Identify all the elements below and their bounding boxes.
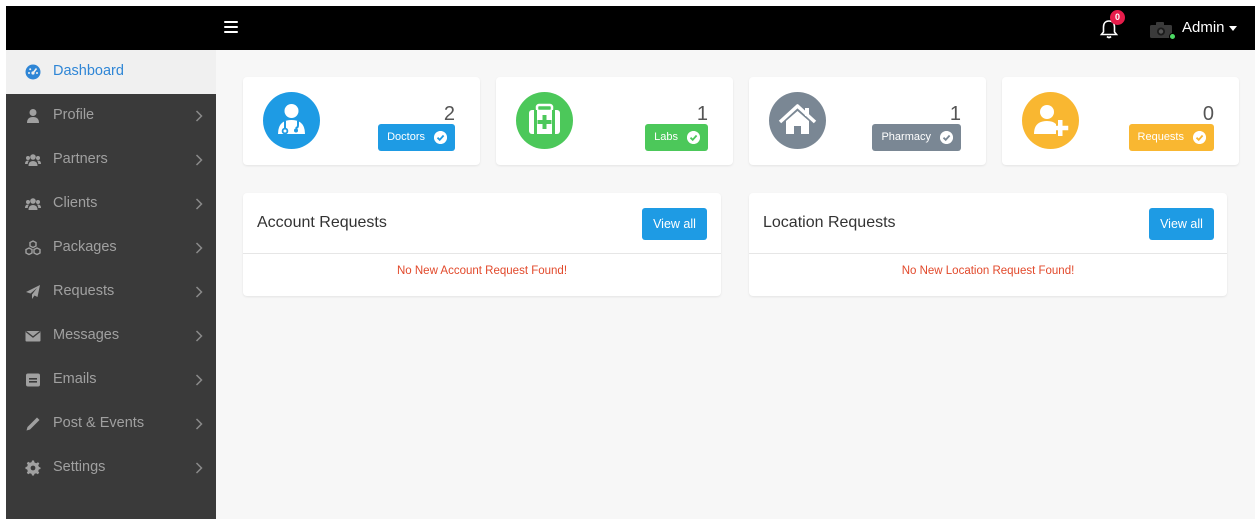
sidebar-item-dashboard[interactable]: Dashboard xyxy=(6,50,216,94)
sidebar-item-label: Clients xyxy=(53,195,98,211)
user-menu[interactable]: Admin xyxy=(1182,19,1237,36)
sidebar-item-post-events[interactable]: Post & Events xyxy=(6,402,216,446)
cubes-icon xyxy=(25,240,41,256)
add-user-icon xyxy=(1022,92,1079,149)
sidebar-item-settings[interactable]: Settings xyxy=(6,446,216,490)
stat-count: 0 xyxy=(1202,103,1214,125)
view-all-account-requests-button[interactable]: View all xyxy=(642,208,707,240)
app-frame: 0 Admin Dashboard Profile Partners Clien… xyxy=(6,6,1255,519)
chevron-right-icon xyxy=(195,418,203,430)
sidebar-item-profile[interactable]: Profile xyxy=(6,94,216,138)
sidebar-item-label: Partners xyxy=(53,151,108,167)
stat-card-labs[interactable]: 1 Labs xyxy=(496,77,733,165)
chevron-right-icon xyxy=(195,110,203,122)
sidebar-item-label: Messages xyxy=(53,327,120,343)
sidebar-item-label: Dashboard xyxy=(53,63,124,79)
stat-count: 2 xyxy=(443,103,455,125)
envelope-icon xyxy=(25,330,41,342)
gear-icon xyxy=(25,460,41,476)
sidebar-item-label: Emails xyxy=(53,371,97,387)
sidebar-item-label: Settings xyxy=(53,459,106,475)
users-icon xyxy=(25,198,41,210)
home-icon xyxy=(769,92,826,149)
dashboard-icon xyxy=(25,64,41,80)
users-icon xyxy=(25,154,41,166)
stat-card-doctors[interactable]: 2 Doctors xyxy=(243,77,480,165)
account-requests-panel: Account Requests View all No New Account… xyxy=(243,193,721,296)
requests-badge[interactable]: Requests xyxy=(1128,124,1214,151)
sidebar-item-emails[interactable]: Emails xyxy=(6,358,216,402)
stat-count: 1 xyxy=(949,103,961,125)
empty-state-message: No New Location Request Found! xyxy=(901,265,1075,277)
chevron-right-icon xyxy=(195,330,203,342)
stat-label: Pharmacy xyxy=(881,131,931,143)
panel-title: Location Requests xyxy=(763,214,896,231)
top-navbar: 0 Admin xyxy=(6,6,1255,50)
doctor-icon xyxy=(263,92,320,149)
sidebar: Dashboard Profile Partners Clients Packa… xyxy=(6,50,216,519)
view-all-location-requests-button[interactable]: View all xyxy=(1149,208,1214,240)
location-requests-panel: Location Requests View all No New Locati… xyxy=(749,193,1227,296)
pencil-icon xyxy=(26,417,40,431)
stat-label: Doctors xyxy=(387,131,425,143)
menu-toggle-icon[interactable] xyxy=(224,21,238,35)
sidebar-item-partners[interactable]: Partners xyxy=(6,138,216,182)
divider xyxy=(243,253,721,254)
user-name: Admin xyxy=(1182,19,1225,36)
caret-down-icon xyxy=(1228,25,1237,31)
doctors-badge[interactable]: Doctors xyxy=(378,124,455,151)
stat-label: Labs xyxy=(654,131,678,143)
chevron-right-icon xyxy=(195,286,203,298)
stat-card-requests[interactable]: 0 Requests xyxy=(1002,77,1239,165)
check-circle-icon xyxy=(1193,131,1206,144)
sidebar-item-packages[interactable]: Packages xyxy=(6,226,216,270)
panel-title: Account Requests xyxy=(257,214,387,231)
online-status-dot xyxy=(1169,33,1176,40)
chevron-right-icon xyxy=(195,242,203,254)
email-box-icon xyxy=(26,373,40,387)
sidebar-item-label: Post & Events xyxy=(53,415,145,431)
sidebar-item-label: Requests xyxy=(53,283,115,299)
sidebar-item-label: Packages xyxy=(53,239,117,255)
user-icon xyxy=(27,109,39,123)
stat-label: Requests xyxy=(1137,131,1184,143)
chevron-right-icon xyxy=(195,154,203,166)
check-circle-icon xyxy=(434,131,447,144)
chevron-right-icon xyxy=(195,198,203,210)
chevron-right-icon xyxy=(195,462,203,474)
sidebar-item-messages[interactable]: Messages xyxy=(6,314,216,358)
sidebar-item-label: Profile xyxy=(53,107,95,123)
check-circle-icon xyxy=(940,131,953,144)
stat-card-pharmacy[interactable]: 1 Pharmacy xyxy=(749,77,986,165)
sidebar-item-clients[interactable]: Clients xyxy=(6,182,216,226)
notification-count-badge: 0 xyxy=(1110,10,1125,25)
empty-state-message: No New Account Request Found! xyxy=(396,265,568,277)
stat-count: 1 xyxy=(696,103,708,125)
medical-kit-icon xyxy=(516,92,573,149)
chevron-right-icon xyxy=(195,374,203,386)
sidebar-item-requests[interactable]: Requests xyxy=(6,270,216,314)
divider xyxy=(749,253,1227,254)
labs-badge[interactable]: Labs xyxy=(645,124,708,151)
pharmacy-badge[interactable]: Pharmacy xyxy=(872,124,961,151)
paper-plane-icon xyxy=(26,285,40,299)
check-circle-icon xyxy=(687,131,700,144)
